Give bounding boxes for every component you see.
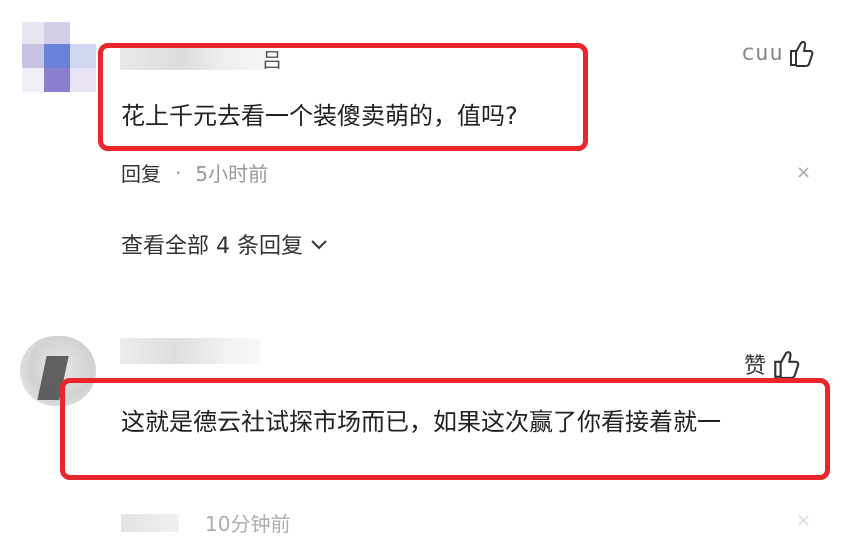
chevron-down-icon [311,236,327,255]
thumbs-up-icon [772,349,800,379]
username-blurred[interactable] [120,338,260,364]
like-label: 赞 [744,354,767,379]
highlight-frame [98,43,588,151]
like-count: ⅽuu [742,40,784,66]
highlight-frame [60,378,830,480]
comment-meta: 10分钟前 [121,508,290,537]
like-button[interactable]: 赞 [744,348,800,380]
like-button[interactable]: ⅽuu [742,38,814,68]
view-all-replies-label: 查看全部 4 条回复 [121,234,303,259]
close-icon[interactable]: × [796,162,811,183]
avatar[interactable] [22,22,96,92]
reply-button[interactable] [121,513,179,532]
thumbs-up-icon [788,39,814,67]
comment-time: 5小时前 [195,162,269,186]
meta-separator: · [175,160,182,185]
comment-meta: 回复 · 5小时前 [121,158,268,187]
reply-button[interactable]: 回复 [121,158,161,187]
comment-time: 10分钟前 [205,512,291,536]
view-all-replies-button[interactable]: 查看全部 4 条回复 [121,228,327,260]
